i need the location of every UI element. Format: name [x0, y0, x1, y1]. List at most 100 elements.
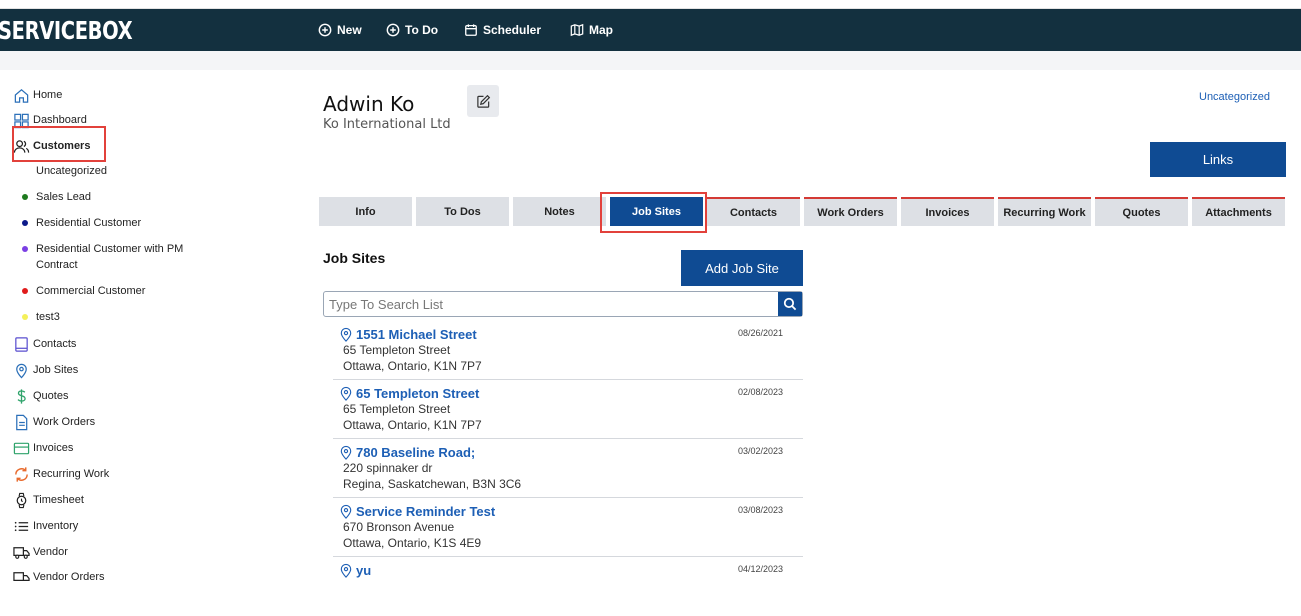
- tab-notes[interactable]: Notes: [513, 197, 606, 226]
- category-test3[interactable]: test3: [22, 309, 60, 325]
- sidebar-item-label: Inventory: [33, 520, 79, 532]
- sidebar-item-contacts[interactable]: Contacts: [13, 335, 76, 353]
- map-pin-icon: [16, 363, 27, 378]
- plus-circle-icon: [386, 23, 400, 37]
- sidebar-item-vendor[interactable]: Vendor: [13, 543, 68, 561]
- panel-title: Job Sites: [323, 250, 386, 266]
- sidebar-item-job-sites[interactable]: Job Sites: [13, 361, 78, 379]
- site-address-line1: 65 Templeton Street: [343, 402, 451, 416]
- nav-new-button[interactable]: New: [318, 21, 362, 39]
- nav-new-label: New: [337, 23, 362, 37]
- tab-recurring-work[interactable]: Recurring Work: [998, 197, 1091, 226]
- customers-highlight-box: [12, 126, 106, 162]
- site-address-line2: Ottawa, Ontario, K1N 7P7: [343, 418, 482, 432]
- site-name[interactable]: 780 Baseline Road;: [356, 445, 475, 460]
- map-pin-icon: [340, 504, 352, 519]
- tab-attachments[interactable]: Attachments: [1192, 197, 1285, 226]
- map-pin-icon: [340, 327, 352, 342]
- nav-todo-label: To Do: [405, 23, 439, 37]
- site-address-line1: 65 Templeton Street: [343, 343, 451, 357]
- refresh-icon: [15, 466, 28, 482]
- sidebar-item-label: Vendor Orders: [33, 571, 105, 583]
- map-pin-icon: [340, 445, 352, 460]
- customer-company: Ko International Ltd: [323, 117, 451, 132]
- site-name[interactable]: Service Reminder Test: [356, 504, 495, 519]
- search-button[interactable]: [778, 292, 802, 316]
- site-date: 03/08/2023: [737, 505, 783, 515]
- sidebar-item-vendor-orders[interactable]: Vendor Orders: [13, 568, 105, 586]
- truck-icon: [13, 571, 30, 581]
- sidebar-item-label: Invoices: [33, 442, 74, 454]
- sidebar-item-label: Home: [33, 89, 63, 101]
- sidebar-item-quotes[interactable]: Quotes: [13, 387, 68, 405]
- site-address-line2: Regina, Saskatchewan, B3N 3C6: [343, 477, 522, 491]
- add-job-site-button[interactable]: Add Job Site: [681, 250, 803, 286]
- document-icon: [16, 414, 28, 430]
- sidebar-item-inventory[interactable]: Inventory: [13, 517, 78, 535]
- category-commercial-customer[interactable]: Commercial Customer: [22, 283, 145, 299]
- dollar-icon: [17, 388, 26, 404]
- app-logo[interactable]: SERVICEBOX: [0, 17, 133, 45]
- edit-icon: [476, 94, 490, 108]
- tab-invoices[interactable]: Invoices: [901, 197, 994, 226]
- category-uncategorized[interactable]: Uncategorized: [36, 163, 107, 179]
- sidebar-item-label: Work Orders: [33, 416, 96, 428]
- book-icon: [15, 336, 28, 352]
- list-item[interactable]: 1551 Michael Street 08/26/2021 65 Temple…: [333, 321, 803, 380]
- list-item[interactable]: Service Reminder Test 03/08/2023 670 Bro…: [333, 498, 803, 557]
- category-dot: [22, 220, 28, 226]
- customer-category-link[interactable]: Uncategorized: [1199, 91, 1270, 103]
- nav-map-label: Map: [589, 23, 613, 37]
- sidebar-item-label: Contacts: [33, 338, 77, 350]
- tab-to-dos[interactable]: To Dos: [416, 197, 509, 226]
- sidebar-item-timesheet[interactable]: Timesheet: [13, 491, 84, 509]
- category-label: Sales Lead: [36, 191, 92, 203]
- sidebar-item-recurring-work[interactable]: Recurring Work: [13, 465, 109, 483]
- site-date: 08/26/2021: [737, 328, 783, 338]
- site-name[interactable]: 1551 Michael Street: [356, 327, 477, 342]
- top-navbar: SERVICEBOX New To Do Scheduler Map: [0, 9, 1301, 51]
- site-address-line1: 670 Bronson Avenue: [343, 520, 455, 534]
- sidebar-item-label: Vendor: [33, 546, 68, 558]
- site-name[interactable]: yu: [356, 563, 371, 578]
- nav-todo-button[interactable]: To Do: [386, 21, 438, 39]
- tab-info[interactable]: Info: [319, 197, 412, 226]
- search-input[interactable]: [324, 292, 779, 316]
- tab-contacts[interactable]: Contacts: [707, 197, 800, 226]
- job-sites-tab-highlight-box: [600, 192, 707, 233]
- tab-work-orders[interactable]: Work Orders: [804, 197, 897, 226]
- search-icon: [783, 297, 797, 311]
- category-dot: [22, 288, 28, 294]
- sidebar-item-label: Dashboard: [33, 114, 87, 126]
- category-label-text: Residential Customer with PM Contract: [36, 243, 184, 271]
- site-name[interactable]: 65 Templeton Street: [356, 386, 479, 401]
- sidebar-item-label: Quotes: [33, 390, 69, 402]
- category-residential-pm[interactable]: Residential Customer with PM Contract: [16, 241, 201, 273]
- sidebar-item-invoices[interactable]: Invoices: [13, 439, 73, 457]
- truck-icon: [13, 546, 30, 559]
- links-button[interactable]: Links: [1150, 142, 1286, 177]
- map-icon: [570, 23, 584, 37]
- list-item[interactable]: yu 04/12/2023: [333, 557, 803, 616]
- category-dot: [22, 194, 28, 200]
- nav-map-button[interactable]: Map: [570, 21, 613, 39]
- category-dot: [22, 246, 28, 252]
- category-sales-lead[interactable]: Sales Lead: [22, 189, 91, 205]
- nav-scheduler-button[interactable]: Scheduler: [464, 21, 541, 39]
- site-date: 03/02/2023: [737, 446, 783, 456]
- sidebar-item-label: Timesheet: [33, 494, 84, 506]
- plus-circle-icon: [318, 23, 332, 37]
- site-address-line2: Ottawa, Ontario, K1N 7P7: [343, 359, 482, 373]
- list-item[interactable]: 65 Templeton Street 02/08/2023 65 Temple…: [333, 380, 803, 439]
- category-dot: [22, 314, 28, 320]
- customer-name: Adwin Ko: [323, 92, 415, 116]
- nav-scheduler-label: Scheduler: [483, 23, 542, 37]
- search-box: [323, 291, 803, 317]
- tab-quotes[interactable]: Quotes: [1095, 197, 1188, 226]
- list-item[interactable]: 780 Baseline Road; 03/02/2023 220 spinna…: [333, 439, 803, 498]
- edit-customer-button[interactable]: [467, 85, 499, 117]
- sidebar-item-home[interactable]: Home: [13, 86, 62, 104]
- category-residential-customer[interactable]: Residential Customer: [22, 215, 141, 231]
- sidebar-item-work-orders[interactable]: Work Orders: [13, 413, 95, 431]
- sidebar-item-label: Job Sites: [33, 364, 79, 376]
